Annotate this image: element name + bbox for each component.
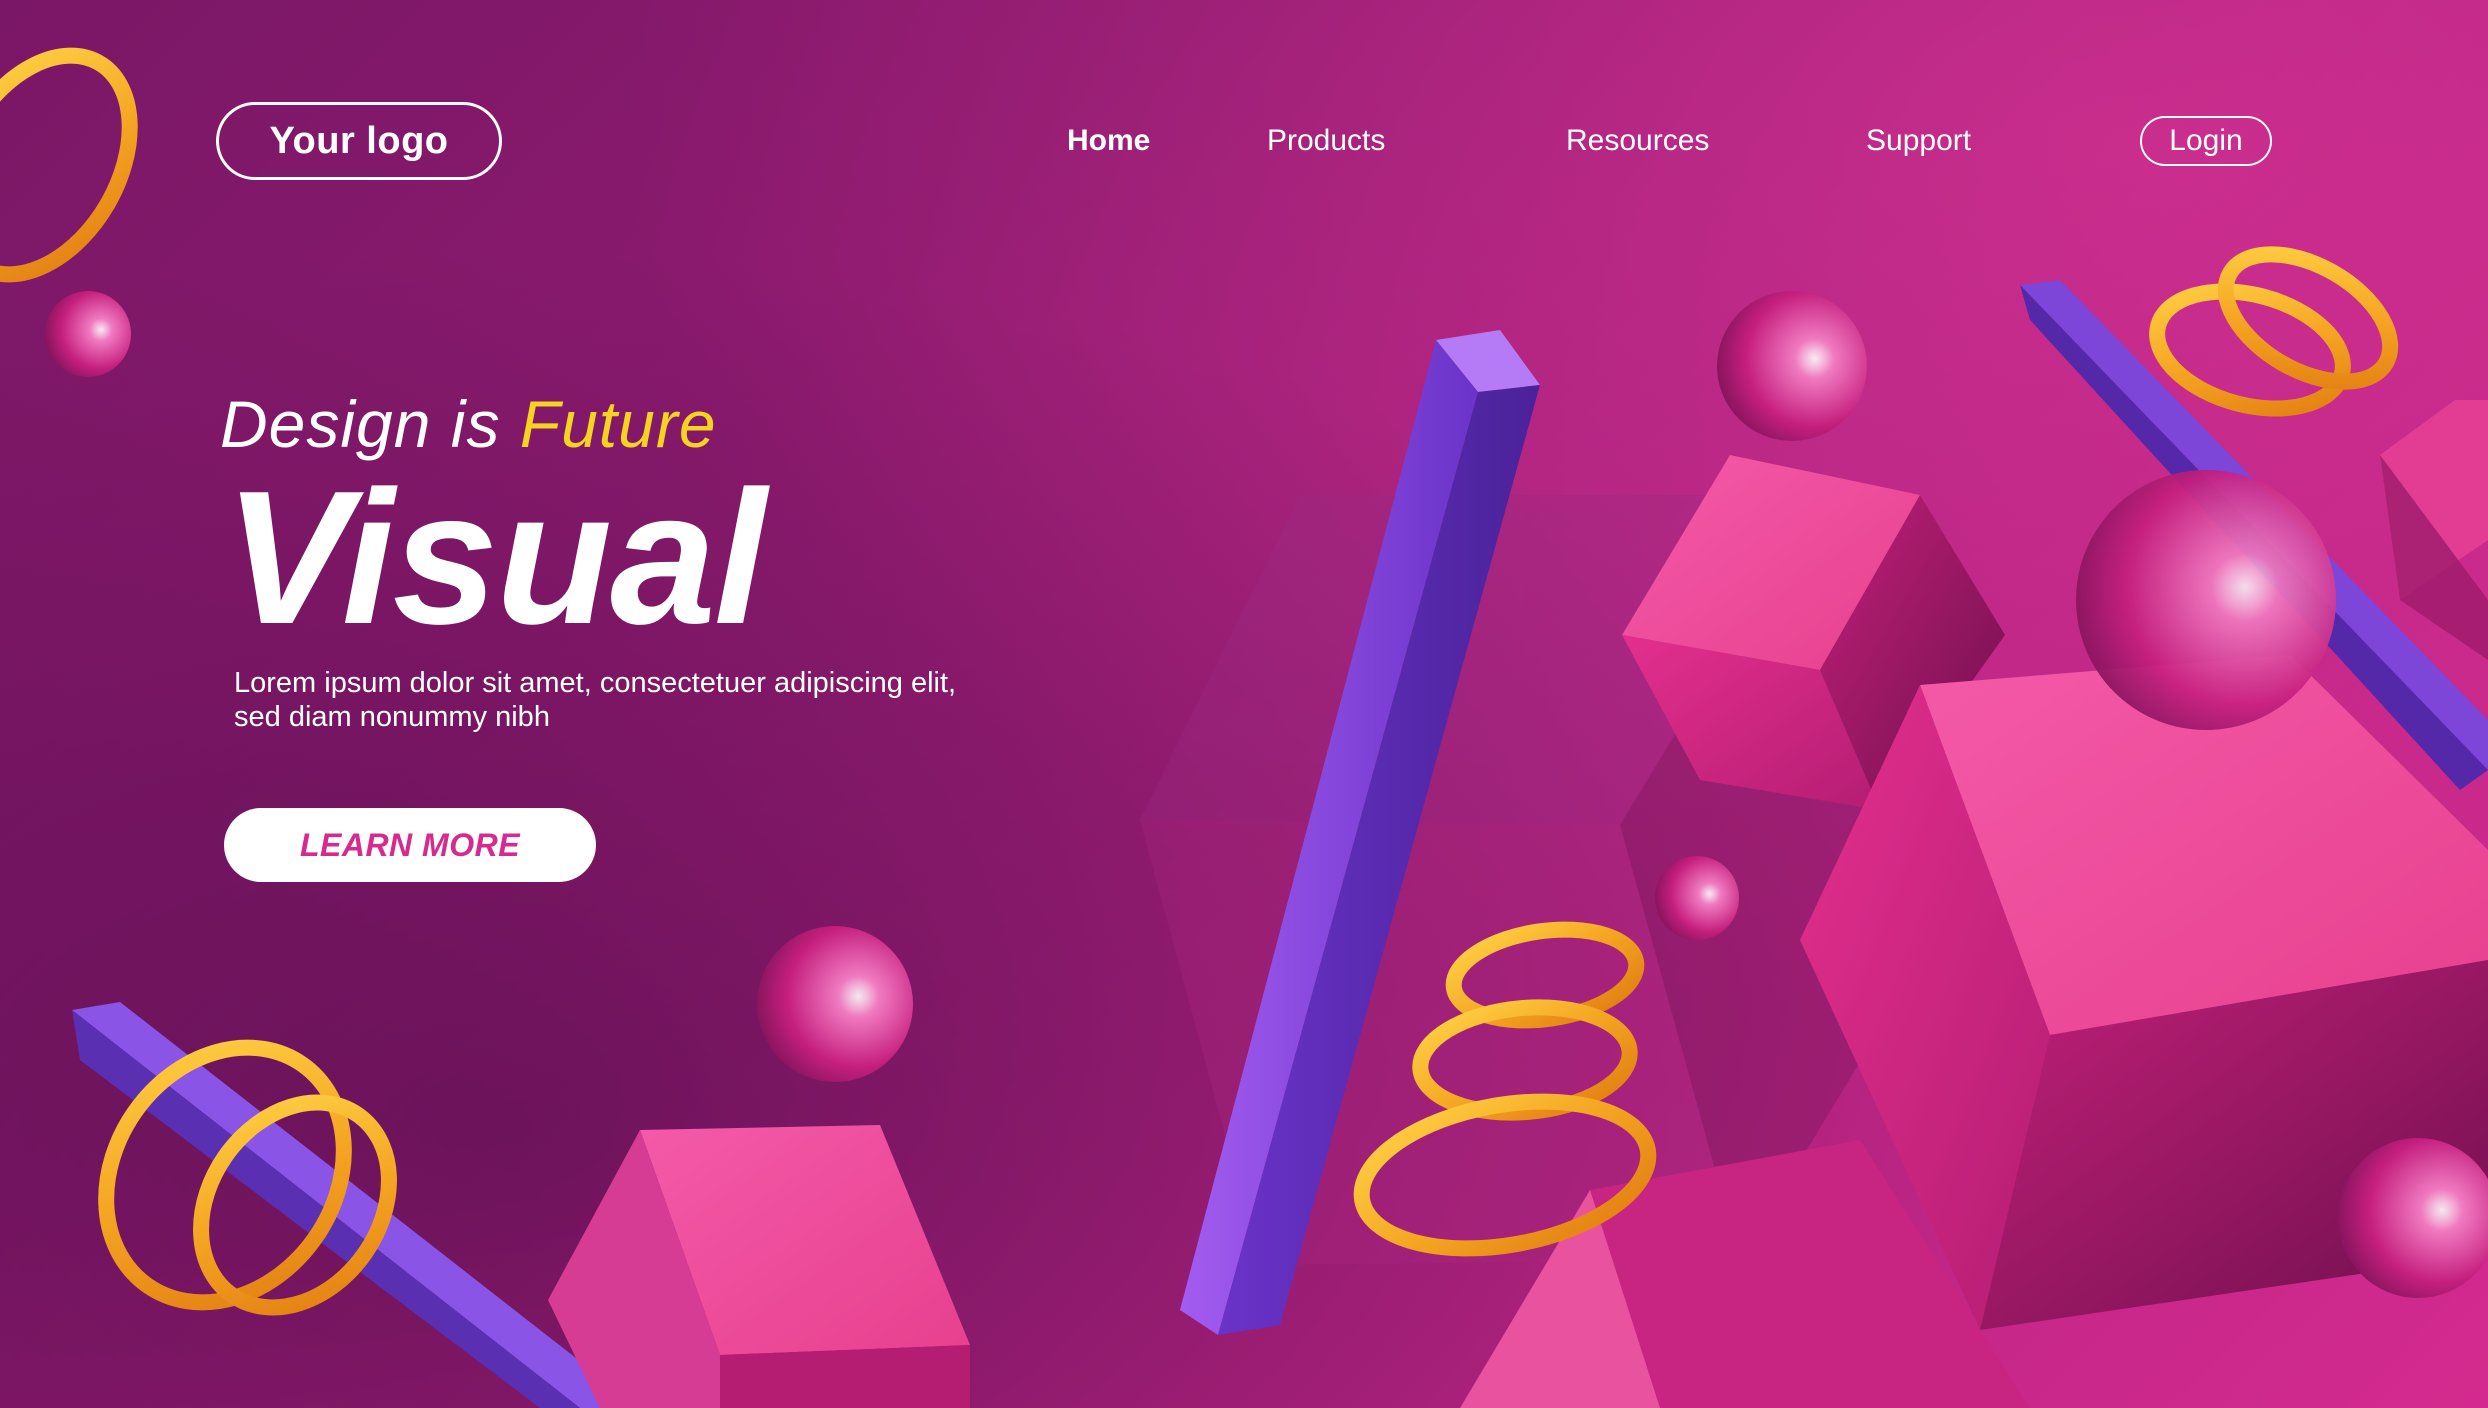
hero-headline: Visual — [224, 452, 767, 664]
main-nav: Home Products Resources Support — [0, 118, 2488, 164]
pink-sphere-shape — [757, 926, 913, 1082]
pink-sphere-shape — [1717, 291, 1867, 441]
nav-item-support[interactable]: Support — [1866, 118, 1971, 164]
tagline-accent: Future — [519, 387, 717, 461]
login-button[interactable]: Login — [2140, 116, 2272, 166]
pink-sphere-shape — [1655, 856, 1739, 940]
hero-body-text: Lorem ipsum dolor sit amet, consectetuer… — [234, 667, 957, 733]
hero-tagline: Design is Future — [220, 386, 717, 462]
pink-sphere-shape — [2076, 470, 2336, 730]
nav-item-resources[interactable]: Resources — [1566, 118, 1709, 164]
nav-item-products[interactable]: Products — [1267, 118, 1385, 164]
learn-more-button[interactable]: LEARN MORE — [224, 808, 596, 882]
tagline-prefix: Design is — [220, 387, 520, 461]
purple-bar-shape — [72, 1002, 640, 1408]
pink-cube-shape — [548, 1125, 970, 1408]
pink-cube-shape — [2380, 400, 2488, 660]
nav-item-home[interactable]: Home — [1067, 118, 1150, 164]
pink-sphere-shape — [45, 291, 131, 377]
